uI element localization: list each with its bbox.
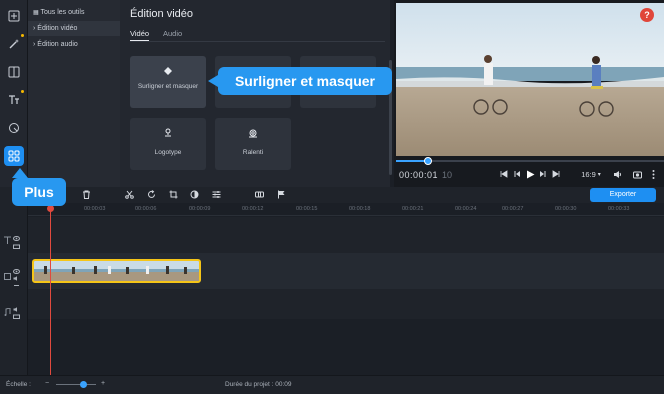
zoom-in-icon[interactable]: + (101, 380, 105, 387)
highlight-mask-callout: Surligner et masquer (218, 67, 392, 95)
preview-progress-track[interactable] (396, 160, 664, 162)
ruler-tick: 00:00:09 (189, 206, 211, 212)
logo-stamp-icon (165, 128, 171, 137)
chevron-right-icon: › (33, 41, 36, 48)
snapshot-icon[interactable] (631, 168, 643, 180)
tree-item-label: Édition vidéo (37, 25, 78, 32)
magic-wand-icon[interactable] (4, 34, 24, 54)
marker-flag-icon[interactable] (275, 188, 287, 200)
current-timecode: 00:00:01 (399, 170, 439, 180)
zoom-slider[interactable] (56, 384, 96, 385)
ruler-tick: 00:00:21 (402, 206, 424, 212)
track-lock-icon[interactable] (13, 306, 20, 324)
tree-item-label: Édition audio (37, 41, 78, 48)
audio-track[interactable] (28, 289, 664, 319)
status-bar (0, 375, 664, 394)
link-audio-icon[interactable] (253, 188, 265, 200)
transitions-icon[interactable] (4, 62, 24, 82)
crop-icon[interactable] (167, 188, 179, 200)
import-icon[interactable] (4, 6, 24, 26)
duration-label: Durée du projet : (225, 381, 274, 388)
aspect-ratio-value: 16:9 (581, 169, 596, 179)
more-callout: Plus (12, 178, 66, 206)
scale-label: Échelle : (6, 381, 31, 388)
tab-divider (130, 41, 385, 42)
previous-frame-icon[interactable] (511, 168, 523, 180)
clip-properties-icon[interactable] (210, 188, 222, 200)
help-button[interactable]: ? (640, 8, 654, 22)
title-track-icon (4, 231, 11, 249)
chevron-right-icon: › (33, 25, 36, 32)
tree-item-video-editing[interactable]: › Édition vidéo (28, 21, 120, 36)
next-frame-icon[interactable] (537, 168, 549, 180)
more-tools-icon[interactable] (4, 146, 24, 166)
video-clip[interactable] (32, 259, 201, 283)
video-track-icon (4, 267, 11, 285)
zoom-slider-handle[interactable] (80, 381, 87, 388)
tool-tree: ▦ Tous les outils › Édition vidéo › Édit… (28, 0, 120, 187)
ruler-tick: 00:00:24 (455, 206, 477, 212)
more-options-icon[interactable] (648, 168, 658, 180)
slow-motion-snail-icon (249, 129, 257, 138)
ruler-tick: 00:00:03 (84, 206, 106, 212)
stickers-icon[interactable] (4, 118, 24, 138)
export-button[interactable]: Exporter (590, 188, 656, 202)
ruler-tick: 00:00:06 (135, 206, 157, 212)
grid-icon: ▦ (33, 10, 39, 16)
tree-item-all-tools[interactable]: ▦ Tous les outils (28, 5, 120, 20)
edit-toolbar (0, 187, 664, 203)
callout-arrow-left (208, 75, 218, 87)
track-link-icon[interactable] (13, 275, 20, 293)
rotate-icon[interactable] (145, 188, 157, 200)
titles-icon[interactable] (4, 90, 24, 110)
card-slow-motion[interactable]: Ralenti (215, 118, 291, 170)
card-logotype[interactable]: Logotype (130, 118, 206, 170)
play-icon[interactable] (524, 168, 536, 180)
ruler-tick: 00:00:15 (296, 206, 318, 212)
card-highlight-mask[interactable]: Surligner et masquer (130, 56, 206, 108)
card-label: Ralenti (242, 149, 264, 156)
ruler-tick: 00:00:27 (502, 206, 524, 212)
track-lock-icon[interactable] (13, 236, 20, 254)
skip-start-icon[interactable] (498, 168, 510, 180)
diamond-icon (164, 67, 172, 75)
project-duration: Durée du projet : 00:09 (225, 381, 292, 388)
duration-value: 00:09 (275, 381, 292, 388)
video-preview[interactable] (396, 3, 664, 156)
volume-icon[interactable] (611, 168, 623, 180)
callout-arrow-up (12, 168, 28, 178)
clip-thumbnails (34, 261, 199, 281)
ruler-tick: 00:00:12 (242, 206, 264, 212)
playhead[interactable] (50, 203, 51, 375)
timecode-frames: 10 (442, 170, 453, 180)
zoom-out-icon[interactable]: − (45, 380, 49, 387)
tab-audio[interactable]: Audio (163, 29, 182, 38)
ruler-tick: 00:00:33 (608, 206, 630, 212)
music-track-icon (4, 303, 11, 321)
skip-end-icon[interactable] (550, 168, 562, 180)
delete-icon[interactable] (80, 188, 92, 200)
ruler-tick: 00:00:18 (349, 206, 371, 212)
ruler-tick: 00:00:30 (555, 206, 577, 212)
panel-title: Édition vidéo (130, 8, 193, 20)
card-label: Surligner et masquer (137, 83, 199, 90)
video-frame (396, 3, 664, 156)
aspect-ratio-select[interactable]: 16:9 ▾ (576, 168, 606, 180)
color-adjust-icon[interactable] (188, 188, 200, 200)
split-icon[interactable] (123, 188, 135, 200)
title-track[interactable] (28, 217, 664, 253)
tool-rail (0, 0, 28, 187)
chevron-down-icon: ▾ (597, 171, 601, 178)
card-label: Logotype (154, 149, 182, 156)
playhead-handle[interactable] (47, 205, 54, 212)
tree-item-label: Tous les outils (40, 9, 85, 16)
tree-item-audio-editing[interactable]: › Édition audio (28, 37, 120, 52)
tab-video[interactable]: Vidéo (130, 29, 149, 38)
